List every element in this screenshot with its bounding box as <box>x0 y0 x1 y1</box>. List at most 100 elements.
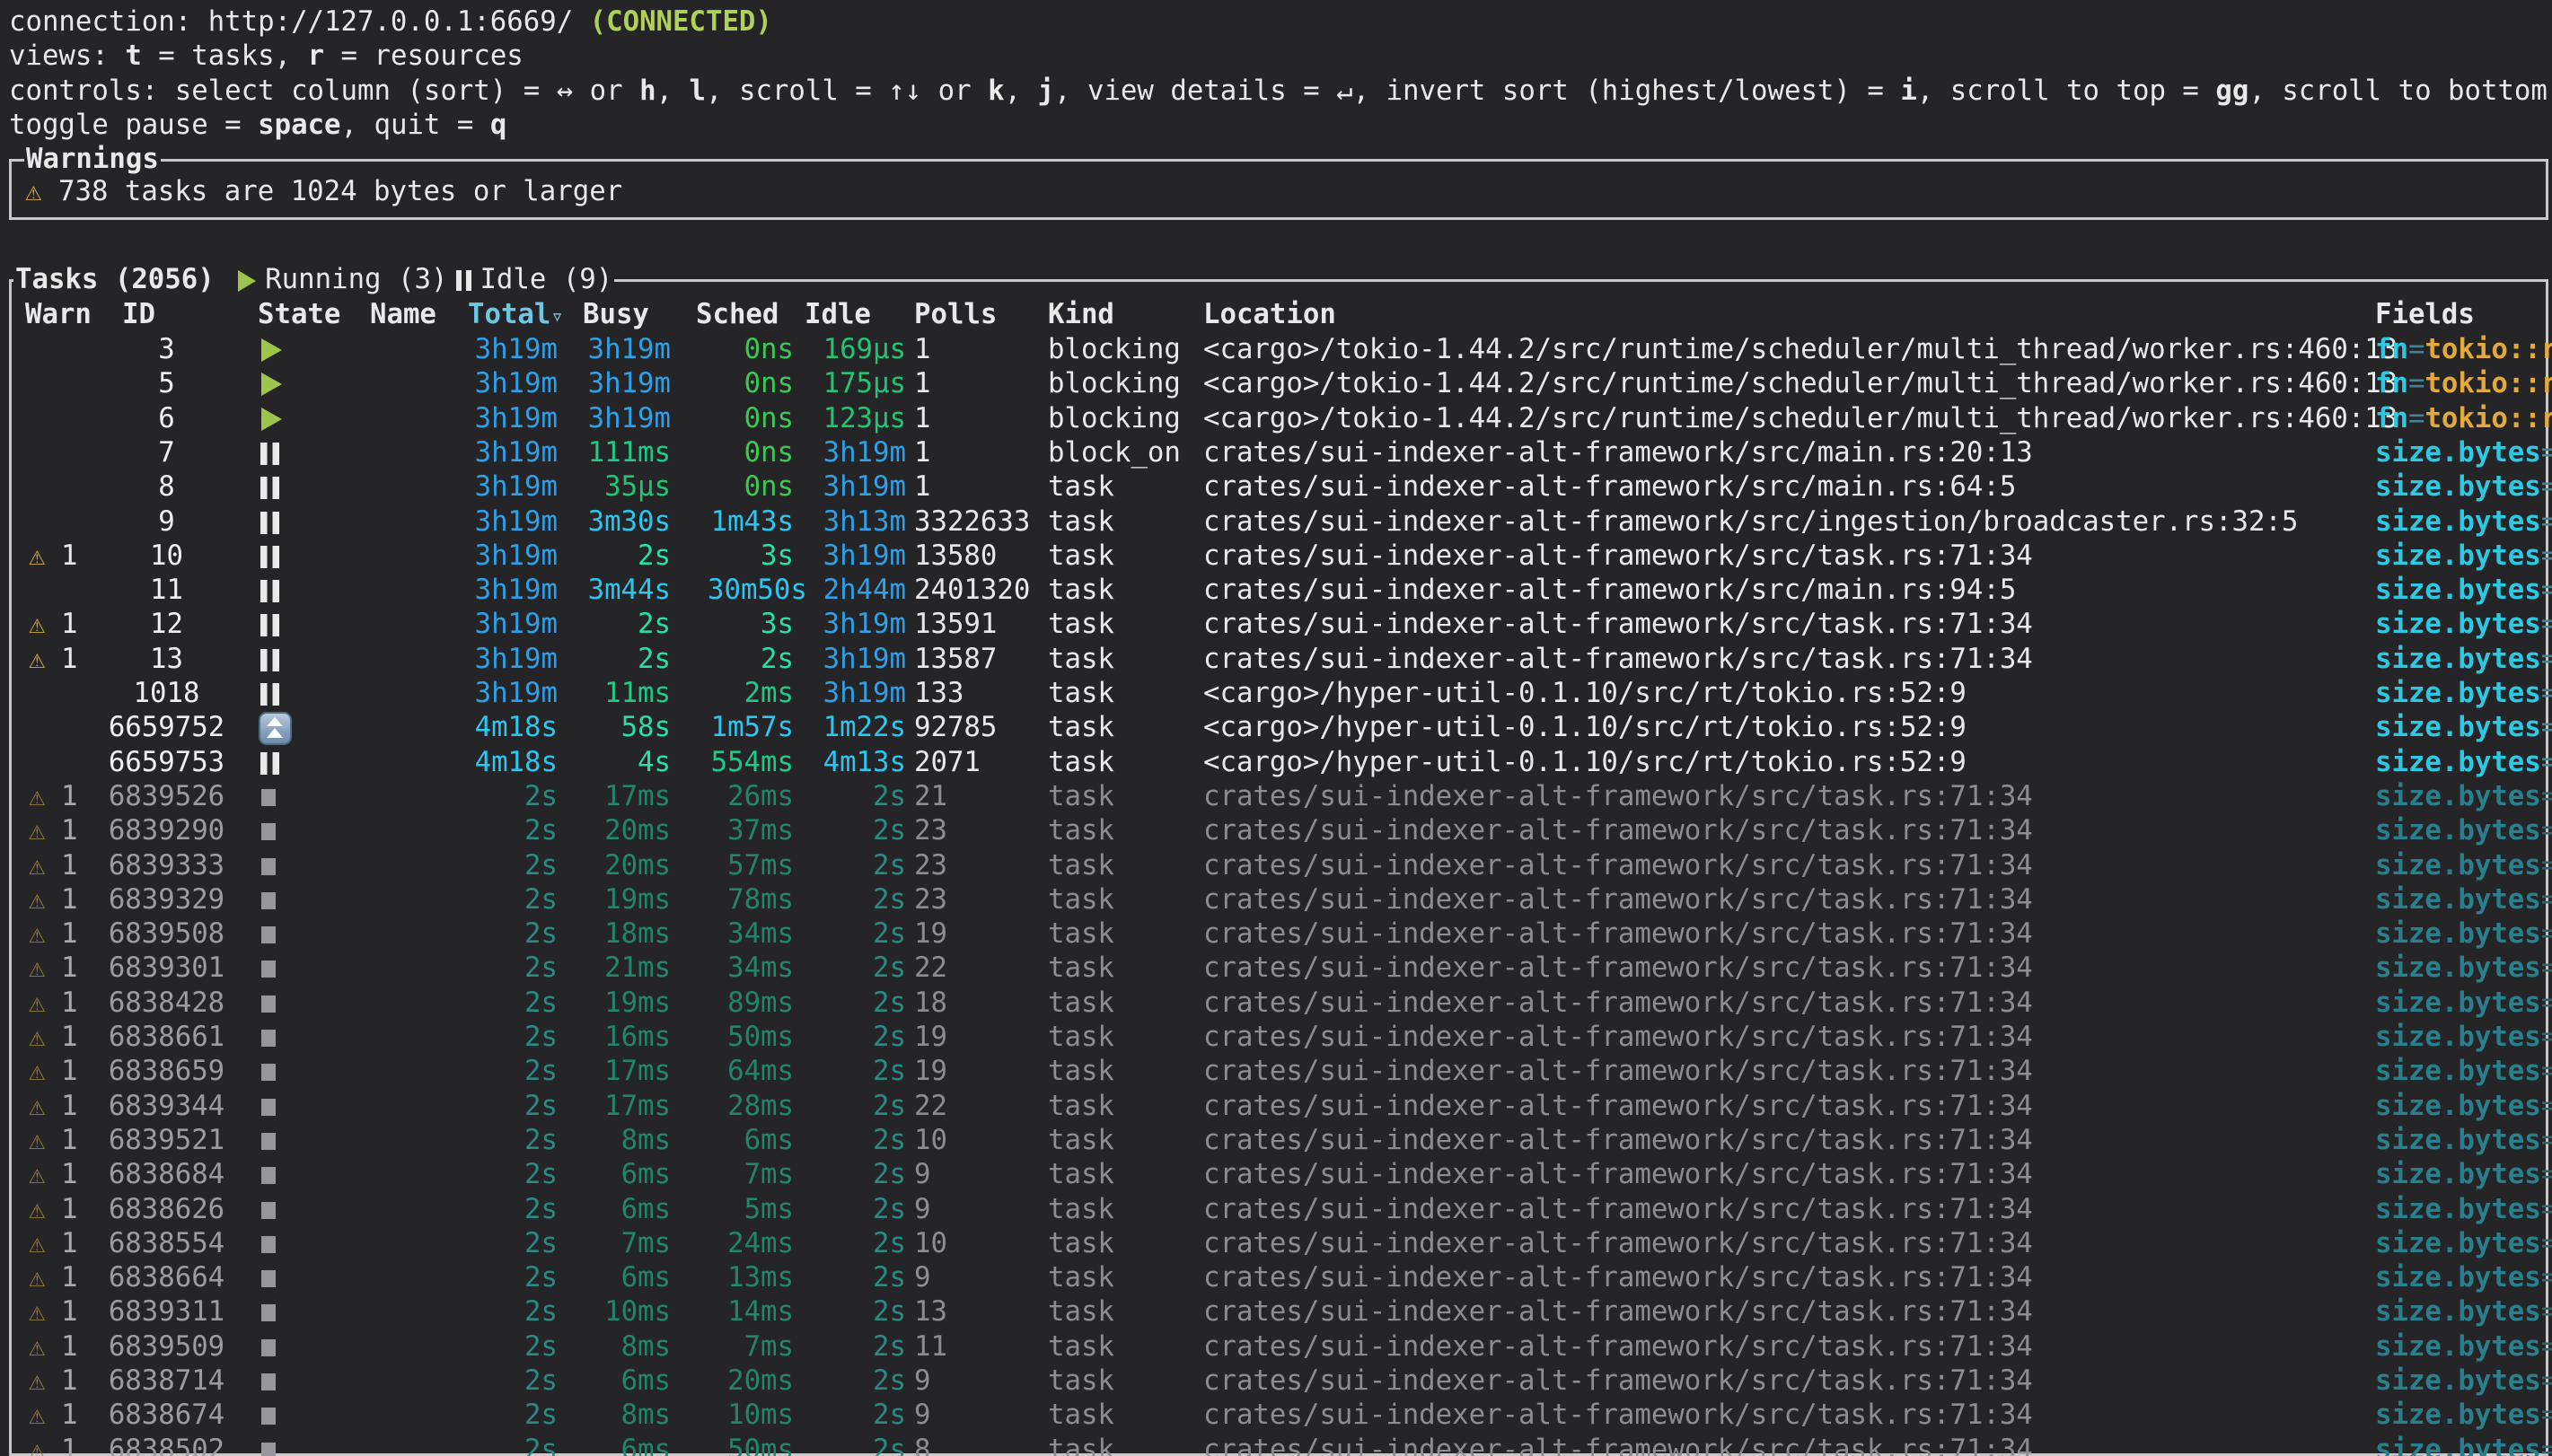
task-fields: size.bytes= <box>2375 1399 2552 1433</box>
task-row[interactable]: 63h19m3h19m0ns123µs1blocking<cargo>/toki… <box>12 402 2552 436</box>
task-row[interactable]: ⚠168395082s18ms34ms2s19taskcrates/sui-in… <box>12 917 2552 952</box>
task-row[interactable]: ⚠168395212s8ms6ms2s10taskcrates/sui-inde… <box>12 1124 2552 1158</box>
total-duration: 2s <box>471 1295 558 1329</box>
total-duration: 2s <box>471 1158 558 1192</box>
help-text: h <box>639 75 656 107</box>
task-id: 6839290 <box>92 814 242 848</box>
busy-duration: 6ms <box>585 1434 671 1456</box>
task-row[interactable]: ⚠168384282s19ms89ms2s18taskcrates/sui-in… <box>12 987 2552 1021</box>
tab-tasks[interactable]: Tasks (2056) <box>15 264 215 295</box>
task-row[interactable]: ⚠1133h19m2s2s3h19m13587taskcrates/sui-in… <box>12 643 2552 677</box>
column-header-sched[interactable]: Sched <box>696 298 779 332</box>
task-row[interactable]: ⚠168395092s8ms7ms2s11taskcrates/sui-inde… <box>12 1330 2552 1364</box>
sched-duration: 6ms <box>708 1124 794 1158</box>
tab-running[interactable]: Running (3) <box>265 264 447 295</box>
idle-duration: 3h19m <box>820 677 906 711</box>
play-icon <box>238 270 256 292</box>
column-header-id[interactable]: ID <box>122 298 155 332</box>
state-cell <box>258 1021 297 1055</box>
task-row[interactable]: 10183h19m11ms2ms3h19m133task<cargo>/hype… <box>12 677 2552 711</box>
idle-duration: 2s <box>820 1364 906 1399</box>
column-header-polls[interactable]: Polls <box>914 298 997 332</box>
sched-duration: 34ms <box>708 952 794 986</box>
task-row[interactable]: ⚠168386262s6ms5ms2s9taskcrates/sui-index… <box>12 1193 2552 1227</box>
polls-count: 13587 <box>914 643 997 677</box>
task-kind: task <box>1048 1434 1114 1456</box>
task-row[interactable]: 93h19m3m30s1m43s3h13m3322633taskcrates/s… <box>12 505 2552 539</box>
column-header-idle[interactable]: Idle <box>805 298 871 332</box>
task-row[interactable]: ⚠1123h19m2s3s3h19m13591taskcrates/sui-in… <box>12 608 2552 642</box>
help-text: r <box>308 40 324 72</box>
task-kind: task <box>1048 677 1114 711</box>
warn-count: 1 <box>61 1158 77 1192</box>
idle-duration: 2s <box>820 952 906 986</box>
polls-count: 1 <box>914 436 930 470</box>
state-cell <box>258 1364 297 1399</box>
sched-duration: 3s <box>708 608 794 642</box>
state-cell <box>258 987 297 1021</box>
column-header-kind[interactable]: Kind <box>1048 298 1114 332</box>
task-id: 6659752 <box>92 711 242 745</box>
task-row[interactable]: 73h19m111ms0ns3h19m1block_oncrates/sui-i… <box>12 436 2552 470</box>
task-row[interactable]: ⚠168393292s19ms78ms2s23taskcrates/sui-in… <box>12 883 2552 917</box>
warn-count: 1 <box>61 1295 77 1329</box>
column-header-name[interactable]: Name <box>370 298 436 332</box>
task-row[interactable]: ⚠168385022s6ms50ms2s8taskcrates/sui-inde… <box>12 1434 2552 1456</box>
warning-triangle-icon: ⚠ <box>29 643 45 677</box>
task-id: 6659753 <box>92 746 242 780</box>
task-row[interactable]: ⚠168386612s16ms50ms2s19taskcrates/sui-in… <box>12 1021 2552 1055</box>
column-header-fields[interactable]: Fields <box>2375 298 2475 332</box>
task-row[interactable]: 66597524m18s58s1m57s1m22s92785task<cargo… <box>12 711 2552 745</box>
idle-duration: 1m22s <box>820 711 906 745</box>
busy-duration: 18ms <box>585 917 671 952</box>
total-duration: 2s <box>471 952 558 986</box>
task-row[interactable]: 113h19m3m44s30m50s2h44m2401320taskcrates… <box>12 574 2552 608</box>
task-row[interactable]: ⚠168395262s17ms26ms2s21taskcrates/sui-in… <box>12 780 2552 814</box>
task-row[interactable]: ⚠168386842s6ms7ms2s9taskcrates/sui-index… <box>12 1158 2552 1192</box>
task-location: crates/sui-indexer-alt-framework/src/tas… <box>1203 1193 2033 1227</box>
task-row[interactable]: ⚠168393012s21ms34ms2s22taskcrates/sui-in… <box>12 952 2552 986</box>
task-row[interactable]: 33h19m3h19m0ns169µs1blocking<cargo>/toki… <box>12 333 2552 367</box>
busy-duration: 20ms <box>585 814 671 848</box>
task-row[interactable]: 83h19m35µs0ns3h19m1taskcrates/sui-indexe… <box>12 470 2552 504</box>
sched-duration: 0ns <box>708 367 794 401</box>
task-row[interactable]: 66597534m18s4s554ms4m13s2071task<cargo>/… <box>12 746 2552 780</box>
task-row[interactable]: ⚠168387142s6ms20ms2s9taskcrates/sui-inde… <box>12 1364 2552 1399</box>
controls-line: controls: select column (sort) = ↔ or h,… <box>9 75 2552 109</box>
task-row[interactable]: ⚠168386592s17ms64ms2s19taskcrates/sui-in… <box>12 1055 2552 1089</box>
task-row[interactable]: ⚠168393332s20ms57ms2s23taskcrates/sui-in… <box>12 849 2552 883</box>
task-row[interactable]: ⚠168393442s17ms28ms2s22taskcrates/sui-in… <box>12 1090 2552 1124</box>
column-header-state[interactable]: State <box>258 298 340 332</box>
task-row[interactable]: ⚠168392902s20ms37ms2s23taskcrates/sui-in… <box>12 814 2552 848</box>
task-row[interactable]: ⚠168386642s6ms13ms2s9taskcrates/sui-inde… <box>12 1261 2552 1295</box>
column-header-warn[interactable]: Warn <box>25 298 92 332</box>
idle-duration: 169µs <box>820 333 906 367</box>
task-location: crates/sui-indexer-alt-framework/src/tas… <box>1203 1364 2033 1399</box>
task-fields: size.bytes= <box>2375 883 2552 917</box>
task-row[interactable]: ⚠168386742s8ms10ms2s9taskcrates/sui-inde… <box>12 1399 2552 1433</box>
column-header-location[interactable]: Location <box>1203 298 1336 332</box>
busy-duration: 11ms <box>585 677 671 711</box>
state-cell <box>258 711 297 745</box>
busy-duration: 58s <box>585 711 671 745</box>
task-kind: task <box>1048 987 1114 1021</box>
column-header-total[interactable]: Total▿ <box>468 298 564 333</box>
task-row[interactable]: ⚠1103h19m2s3s3h19m13580taskcrates/sui-in… <box>12 539 2552 574</box>
polls-count: 8 <box>914 1434 930 1456</box>
task-location: crates/sui-indexer-alt-framework/src/mai… <box>1203 436 2033 470</box>
task-row[interactable]: ⚠168385542s7ms24ms2s10taskcrates/sui-ind… <box>12 1227 2552 1261</box>
polls-count: 1 <box>914 333 930 367</box>
sched-duration: 28ms <box>708 1090 794 1124</box>
tab-idle[interactable]: Idle (9) <box>480 264 612 295</box>
task-row[interactable]: 53h19m3h19m0ns175µs1blocking<cargo>/toki… <box>12 367 2552 401</box>
warn-count: 1 <box>61 539 77 574</box>
task-fields: size.bytes= <box>2375 677 2552 711</box>
task-location: <cargo>/tokio-1.44.2/src/runtime/schedul… <box>1203 367 2398 401</box>
task-id: 5 <box>92 367 242 401</box>
polls-count: 21 <box>914 780 947 814</box>
column-header-busy[interactable]: Busy <box>583 298 649 332</box>
task-row[interactable]: ⚠168393112s10ms14ms2s13taskcrates/sui-in… <box>12 1295 2552 1329</box>
warn-count: 1 <box>61 1434 77 1456</box>
task-kind: task <box>1048 1055 1114 1089</box>
task-location: crates/sui-indexer-alt-framework/src/tas… <box>1203 1399 2033 1433</box>
